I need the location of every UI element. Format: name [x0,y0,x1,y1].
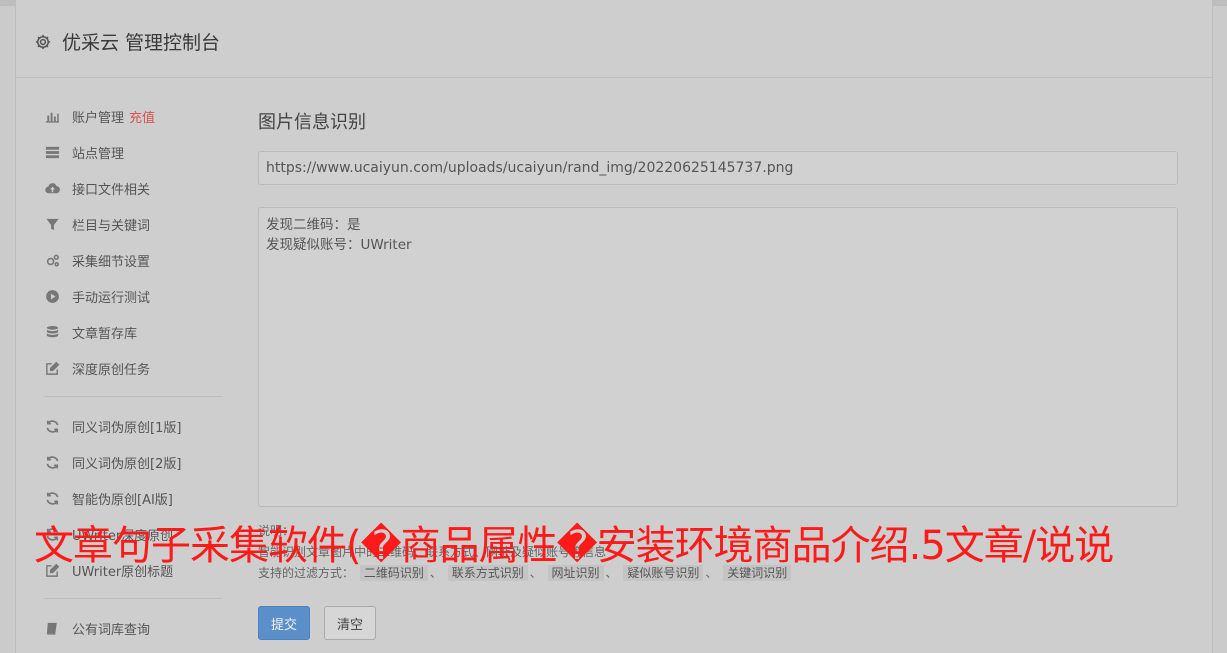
sidebar-item-public-lexicon[interactable]: 公有词库查询 [44,610,224,646]
cloud-upload-icon [44,180,60,196]
database-icon [44,324,60,340]
sidebar-item-article-storage[interactable]: 文章暂存库 [44,314,224,350]
sidebar-item-deep-original-task[interactable]: 深度原创任务 [44,350,224,386]
sidebar-item-label: 账户管理 [72,110,125,126]
server-icon [44,144,60,160]
result-line: 发现疑似账号：UWriter [266,237,412,253]
sidebar-item-label: 文章暂存库 [72,326,138,342]
play-circle-icon [44,288,60,304]
refresh-icon [44,454,60,470]
refresh-icon [44,490,60,506]
sidebar-item-manual-run[interactable]: 手动运行测试 [44,278,224,314]
gear-icon [35,34,51,49]
sidebar-item-label: 站点管理 [72,146,125,162]
submit-button[interactable]: 提交 [258,606,311,640]
sidebar-item-ai-rewrite[interactable]: 智能伪原创[AI版] [44,480,224,516]
sidebar-item-label: 公有词库查询 [72,622,151,638]
sidebar-item-collect-settings[interactable]: 采集细节设置 [44,242,224,278]
result-textarea[interactable]: 发现二维码：是 发现疑似账号：UWriter [258,207,1178,507]
sidebar-item-label: 接口文件相关 [72,182,151,198]
sidebar-item-label: 智能伪原创[AI版] [72,492,173,508]
sidebar-item-label: 采集细节设置 [72,254,151,270]
sidebar-divider [44,396,222,397]
recharge-link[interactable]: 充值 [129,107,155,126]
refresh-icon [44,418,60,434]
overlay-caption: 文章句子采集软件(�商品属性�安装环境商品介绍.5文章/说说 [34,523,1114,569]
sidebar-item-label: 栏目与关键词 [72,218,151,234]
sidebar-item-label: 手动运行测试 [72,290,151,306]
sidebar-item-synonym-v2[interactable]: 同义词伪原创[2版] [44,444,224,480]
sidebar-item-label: 同义词伪原创[1版] [72,420,182,436]
filter-icon [44,216,60,232]
clear-button[interactable]: 清空 [324,606,377,640]
edit-icon [44,360,60,376]
gears-icon [44,252,60,268]
sidebar-item-interface-files[interactable]: 接口文件相关 [44,170,224,206]
section-title: 图片信息识别 [258,112,366,133]
sidebar-item-sites[interactable]: 站点管理 [44,134,224,170]
result-line: 发现二维码：是 [266,217,361,233]
sidebar-item-synonym-v1[interactable]: 同义词伪原创[1版] [44,408,224,444]
sidebar-item-label: 深度原创任务 [72,362,151,378]
sidebar-item-columns-keywords[interactable]: 栏目与关键词 [44,206,224,242]
button-row: 提交 清空 [258,606,1178,640]
sidebar-divider [44,598,222,599]
sidebar-item-account[interactable]: 账户管理 充值 [44,98,224,134]
page-header: 优采云 管理控制台 [16,6,1212,78]
sidebar-item-label: 同义词伪原创[2版] [72,456,182,472]
book-icon [44,620,60,636]
page-title: 优采云 管理控制台 [62,32,221,54]
bar-chart-icon [44,108,60,124]
image-url-input[interactable] [258,151,1178,185]
